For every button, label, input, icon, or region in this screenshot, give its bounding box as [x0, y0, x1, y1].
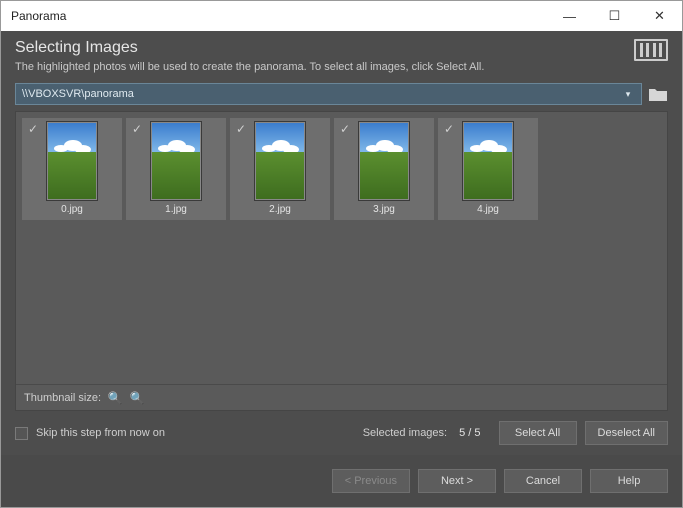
next-button[interactable]: Next > [418, 469, 496, 493]
thumbnail-image [359, 122, 409, 200]
close-button[interactable]: ✕ [637, 1, 682, 31]
folder-path-input[interactable]: \\VBOXSVR\panorama ▾ [15, 83, 642, 105]
options-row: Skip this step from now on Selected imag… [1, 411, 682, 455]
path-row: \\VBOXSVR\panorama ▾ [1, 83, 682, 111]
thumbnail-image [151, 122, 201, 200]
wizard-header: Selecting Images The highlighted photos … [1, 31, 682, 83]
thumbnail-item[interactable]: ✓ 1.jpg [126, 118, 226, 220]
browse-folder-button[interactable] [648, 86, 668, 102]
thumbnail-item[interactable]: ✓ 3.jpg [334, 118, 434, 220]
check-icon: ✓ [236, 122, 246, 136]
minimize-button[interactable]: — [547, 1, 592, 31]
thumbnail-filename: 2.jpg [269, 204, 291, 215]
chevron-down-icon[interactable]: ▾ [621, 87, 635, 101]
zoom-out-icon[interactable]: 🔍 [129, 391, 145, 405]
check-icon: ✓ [340, 122, 350, 136]
check-icon: ✓ [444, 122, 454, 136]
thumbnail-grid: ✓ 0.jpg ✓ 1.jpg ✓ 2.jpg ✓ 3.jpg ✓ 4.jpg [16, 112, 667, 384]
thumbnail-image [47, 122, 97, 200]
wizard-footer: < Previous Next > Cancel Help [1, 455, 682, 507]
panorama-icon [634, 39, 668, 61]
help-button[interactable]: Help [590, 469, 668, 493]
thumbnail-filename: 1.jpg [165, 204, 187, 215]
thumbnail-filename: 0.jpg [61, 204, 83, 215]
deselect-all-button[interactable]: Deselect All [585, 421, 668, 445]
panorama-window: Panorama — ☐ ✕ Selecting Images The high… [0, 0, 683, 508]
thumbnail-image [255, 122, 305, 200]
check-icon: ✓ [132, 122, 142, 136]
window-title: Panorama [11, 9, 66, 23]
skip-checkbox[interactable] [15, 427, 28, 440]
thumbnail-footer: Thumbnail size: 🔍 🔍 [16, 384, 667, 410]
thumbnail-filename: 3.jpg [373, 204, 395, 215]
selected-images-label: Selected images: [363, 427, 447, 439]
cancel-button[interactable]: Cancel [504, 469, 582, 493]
thumbnail-item[interactable]: ✓ 4.jpg [438, 118, 538, 220]
selected-images-count: 5 / 5 [459, 427, 480, 439]
thumbnail-filename: 4.jpg [477, 204, 499, 215]
page-subtitle: The highlighted photos will be used to c… [15, 61, 484, 73]
thumbnail-item[interactable]: ✓ 2.jpg [230, 118, 330, 220]
skip-label: Skip this step from now on [36, 427, 165, 439]
folder-path-text: \\VBOXSVR\panorama [22, 88, 134, 100]
select-all-button[interactable]: Select All [499, 421, 577, 445]
maximize-button[interactable]: ☐ [592, 1, 637, 31]
previous-button: < Previous [332, 469, 410, 493]
thumbnail-size-label: Thumbnail size: [24, 392, 101, 404]
check-icon: ✓ [28, 122, 38, 136]
thumbnail-image [463, 122, 513, 200]
zoom-in-icon[interactable]: 🔍 [107, 391, 123, 405]
thumbnail-item[interactable]: ✓ 0.jpg [22, 118, 122, 220]
image-panel: ✓ 0.jpg ✓ 1.jpg ✓ 2.jpg ✓ 3.jpg ✓ 4.jpg Thumbnail… [15, 111, 668, 411]
titlebar: Panorama — ☐ ✕ [1, 1, 682, 31]
page-title: Selecting Images [15, 39, 484, 57]
